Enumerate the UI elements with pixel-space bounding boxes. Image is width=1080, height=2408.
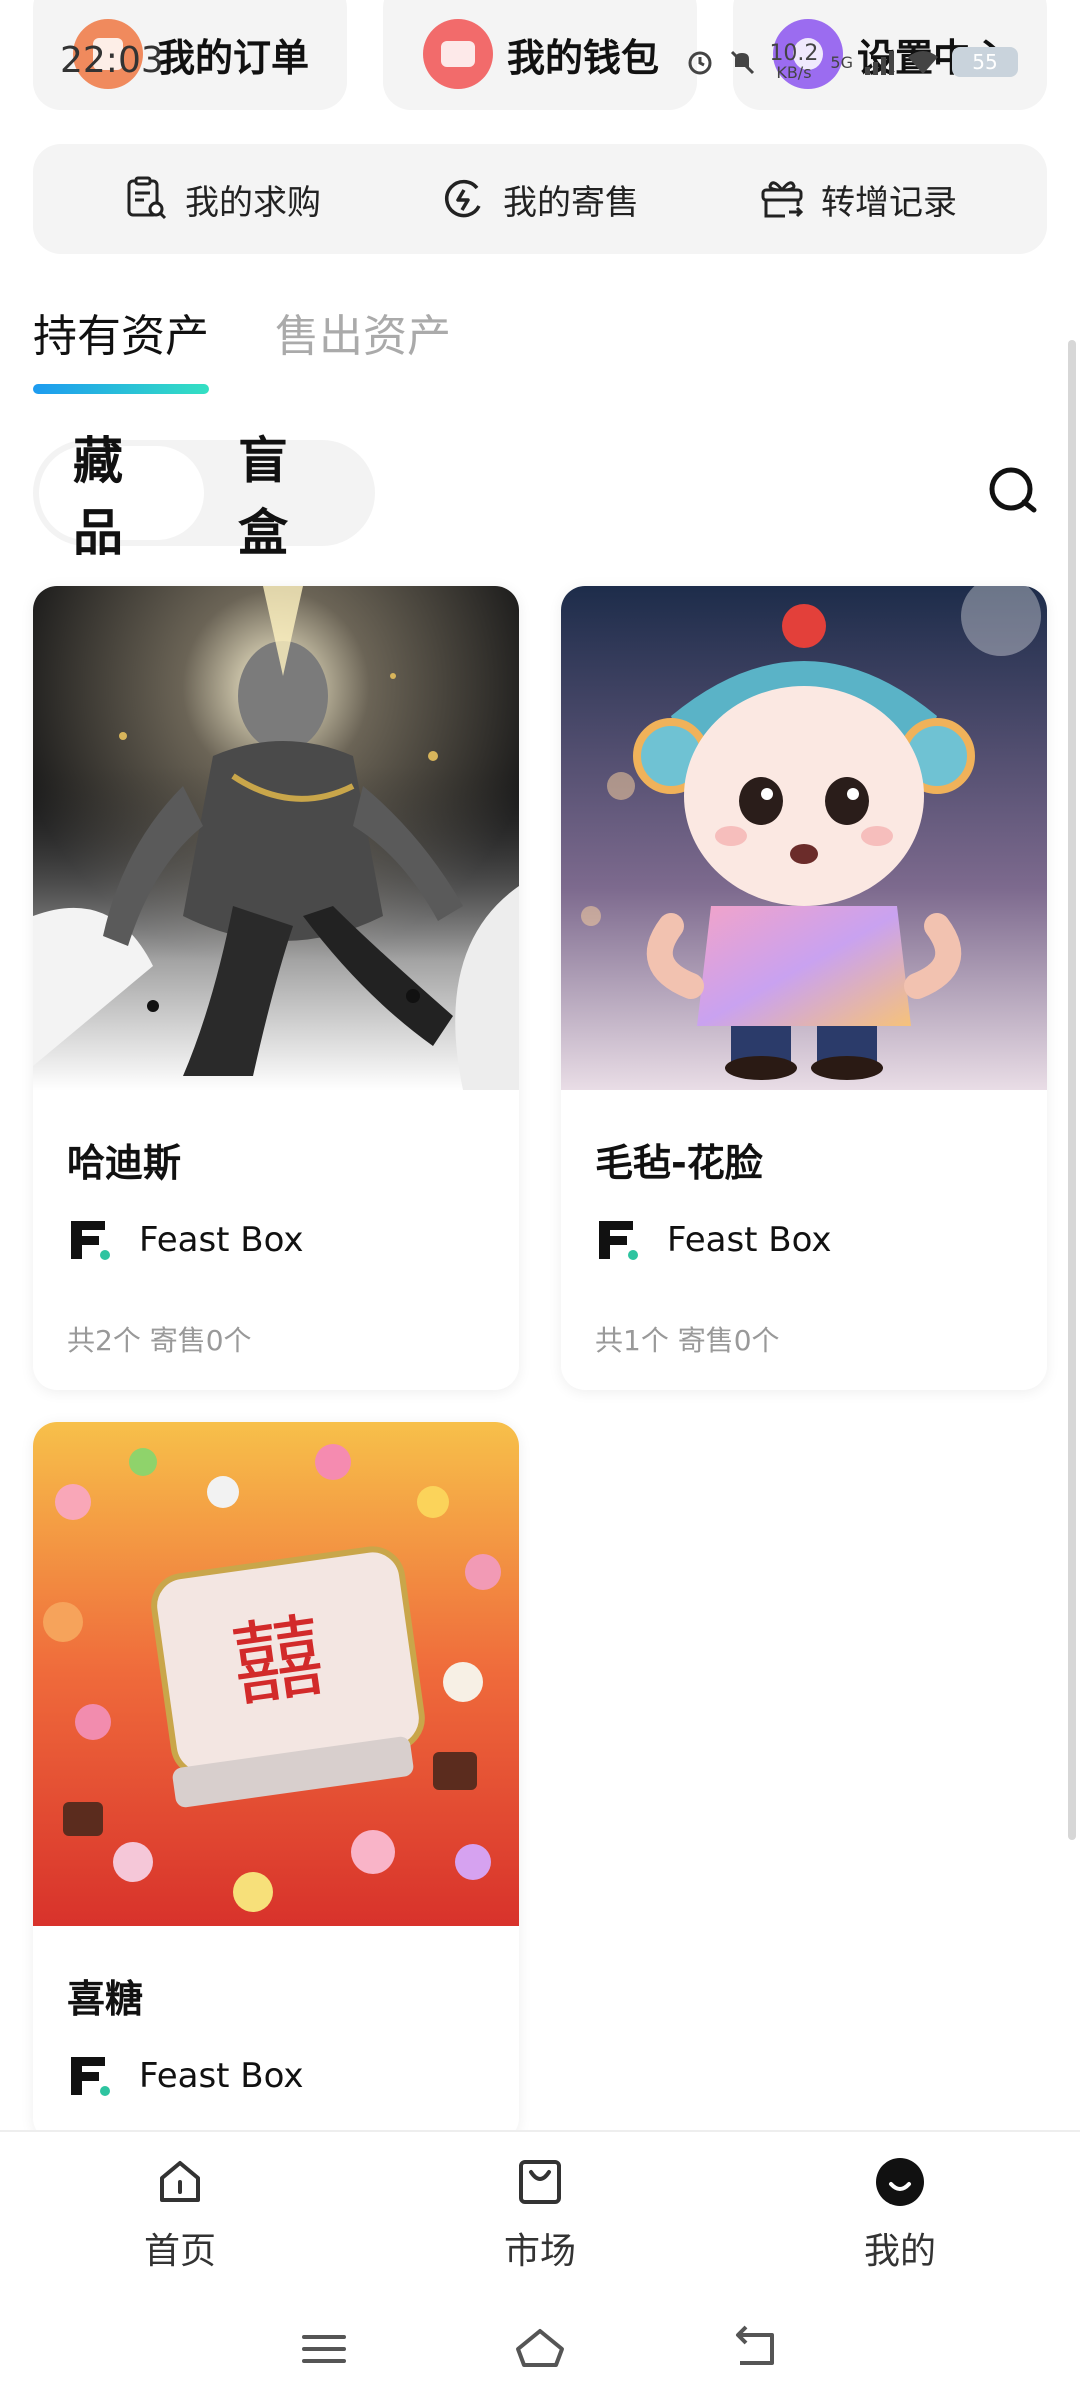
consignment-icon <box>445 179 481 218</box>
my-wallet-label: 我的钱包 <box>507 35 660 80</box>
candy-box-glyph: 囍 <box>226 1603 330 1720</box>
tab-held-assets-label: 持有资产 <box>33 311 209 362</box>
search-icon[interactable] <box>984 462 1042 520</box>
brand-row: Feast Box <box>595 1217 1013 1263</box>
system-home-icon[interactable] <box>512 2321 568 2377</box>
my-assets-page: 22:03 10.2 KB/s 5G 55 我的订单 我的钱包 设置中心 我的求… <box>0 0 1080 2408</box>
my-purchase-requests-button[interactable]: 我的求购 <box>123 175 321 224</box>
collectible-title: 毛毡-花脸 <box>595 1141 763 1185</box>
segment-blind-boxes[interactable]: 盲盒 <box>204 432 369 562</box>
settings-center-card[interactable]: 设置中心 <box>733 0 1047 110</box>
collectible-title: 哈迪斯 <box>67 1141 182 1185</box>
collectible-image-wedding-candy: 囍 <box>33 1422 519 1926</box>
settings-center-label: 设置中心 <box>857 35 1010 80</box>
purchase-request-icon <box>127 176 167 220</box>
my-orders-label: 我的订单 <box>157 35 310 80</box>
my-orders-card[interactable]: 我的订单 <box>33 0 347 110</box>
my-consignments-button[interactable]: 我的寄售 <box>441 175 639 224</box>
bottom-nav: 首页 市场 我的 <box>0 2130 1080 2290</box>
order-icon <box>73 19 143 89</box>
brand-name: Feast Box <box>139 1220 304 1260</box>
brand-name: Feast Box <box>139 2056 304 2096</box>
nav-market-label: 市场 <box>503 2231 576 2272</box>
gift-transfer-records-label: 转增记录 <box>821 182 957 223</box>
brand-row: Feast Box <box>67 1217 485 1263</box>
card-body: 喜糖 Feast Box <box>33 1926 519 2099</box>
shortcut-bar: 我的求购 我的寄售 转增记录 <box>33 144 1047 254</box>
feast-box-logo-icon <box>71 1221 110 1260</box>
system-nav-bar <box>0 2290 1080 2408</box>
home-icon <box>160 2161 200 2202</box>
nav-market[interactable]: 市场 <box>360 2132 720 2290</box>
wallet-icon <box>423 19 493 89</box>
nav-home-label: 首页 <box>143 2231 216 2272</box>
my-purchase-requests-label: 我的求购 <box>185 182 321 223</box>
nav-mine-label: 我的 <box>863 2231 936 2272</box>
asset-tabs: 持有资产 售出资产 <box>33 300 451 394</box>
collectible-card[interactable]: 毛毡-花脸 Feast Box 共1个 寄售0个 <box>561 586 1047 1390</box>
market-bag-icon <box>519 2160 561 2204</box>
my-consignments-label: 我的寄售 <box>503 182 639 223</box>
collectible-stats: 共2个 寄售0个 <box>67 1324 252 1357</box>
segment-collectibles[interactable]: 藏品 <box>39 432 204 562</box>
feast-box-logo-icon <box>599 1221 638 1260</box>
gift-transfer-icon <box>761 181 804 218</box>
card-body: 毛毡-花脸 Feast Box 共1个 寄售0个 <box>561 1090 1047 1359</box>
tab-sold-assets[interactable]: 售出资产 <box>275 300 451 394</box>
asset-type-toggle: 藏品 盲盒 <box>33 432 375 562</box>
collectible-stats: 共1个 寄售0个 <box>595 1324 780 1357</box>
collectible-card[interactable]: 哈迪斯 Feast Box 共2个 寄售0个 <box>33 586 519 1390</box>
collectible-image-felt-painted-face <box>561 586 1047 1090</box>
my-wallet-card[interactable]: 我的钱包 <box>383 0 697 110</box>
active-tab-indicator <box>33 384 209 394</box>
back-icon[interactable] <box>728 2321 784 2377</box>
gift-transfer-records-button[interactable]: 转增记录 <box>759 175 957 224</box>
menu-icon[interactable] <box>296 2321 352 2377</box>
profile-icon <box>876 2158 924 2206</box>
feast-box-logo-icon <box>71 2057 110 2096</box>
collectible-title: 喜糖 <box>67 1977 144 2021</box>
collectible-image-hades <box>33 586 519 1090</box>
collectible-card[interactable]: 囍 喜糖 Feast Box <box>33 1422 519 2142</box>
brand-row: Feast Box <box>67 2053 485 2099</box>
quick-actions-row: 我的订单 我的钱包 设置中心 <box>33 0 1047 110</box>
card-body: 哈迪斯 Feast Box 共2个 寄售0个 <box>33 1090 519 1359</box>
tab-sold-assets-label: 售出资产 <box>275 311 451 362</box>
nav-home[interactable]: 首页 <box>0 2132 360 2290</box>
brand-name: Feast Box <box>667 1220 832 1260</box>
tab-held-assets[interactable]: 持有资产 <box>33 300 209 394</box>
settings-icon <box>773 19 843 89</box>
vertical-scrollbar[interactable] <box>1068 340 1076 1840</box>
nav-mine[interactable]: 我的 <box>720 2132 1080 2290</box>
